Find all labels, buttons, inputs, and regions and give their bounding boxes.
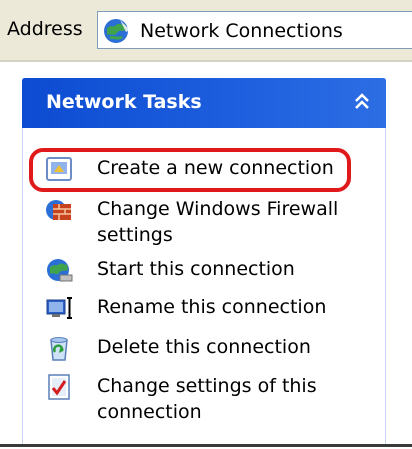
globe-connect-icon [47, 259, 73, 282]
task-label: Create a new connection [97, 157, 334, 179]
address-value: Network Connections [140, 20, 343, 42]
double-chevron-up-icon[interactable] [352, 91, 372, 113]
address-input[interactable]: Network Connections [97, 11, 412, 49]
pane-header[interactable]: Network Tasks [22, 78, 386, 128]
task-label: Change Windows Firewall settings [97, 198, 339, 246]
address-divider [0, 60, 412, 62]
network-globe-icon [104, 19, 130, 43]
address-bar: Address Network Connections [0, 0, 412, 60]
task-label: Change settings of this connection [97, 375, 317, 423]
new-connection-wizard-icon [46, 157, 72, 181]
task-label: Delete this connection [97, 336, 311, 358]
task-label: Start this connection [97, 258, 295, 280]
rename-computer-icon [46, 297, 72, 319]
address-label: Address [7, 18, 83, 40]
recycle-bin-icon [50, 337, 68, 361]
pane-body: Create a new connection Change Windows F… [22, 128, 386, 446]
task-label: Rename this connection [97, 296, 327, 318]
firewall-brick-icon [46, 200, 71, 220]
bottom-edge [0, 444, 412, 447]
settings-checklist-icon [48, 374, 70, 400]
pane-title: Network Tasks [46, 91, 202, 113]
network-tasks-pane: Network Tasks Create a new connection Ch… [22, 78, 386, 446]
